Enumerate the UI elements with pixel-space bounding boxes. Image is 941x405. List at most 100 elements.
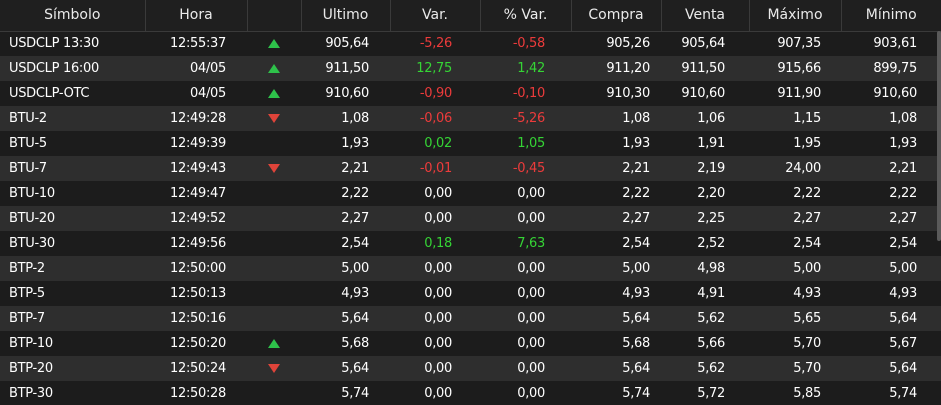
cell-venta: 4,98 [697, 261, 725, 276]
cell-var: 0,00 [424, 286, 452, 301]
column-header-minimo[interactable]: Mínimo [841, 0, 941, 32]
cell-venta: 2,52 [697, 236, 725, 251]
cell-pvar: 0,00 [517, 186, 545, 201]
table-row[interactable]: BTP-5 12:50:13 4,93 0,00 0,00 4,93 4,91 4,93 4,9… [0, 281, 941, 306]
cell-minimo: 5,64 [889, 361, 917, 376]
scrollbar[interactable] [937, 31, 941, 241]
table-body: USDCLP 13:30 12:55:37 905,64 -5,26 -0,58 905,… [0, 31, 941, 405]
cell-venta: 905,64 [681, 36, 725, 52]
up-arrow-icon [268, 339, 280, 348]
cell-arrow [247, 381, 301, 405]
cell-arrow [247, 206, 301, 231]
cell-simbolo: BTU-2 [9, 111, 47, 126]
cell-var: 0,00 [424, 336, 452, 351]
cell-venta: 2,25 [697, 211, 725, 226]
cell-minimo: 1,08 [889, 111, 917, 126]
cell-var: 0,18 [424, 236, 452, 251]
header-row: Símbolo Hora Ultimo Var. % Var. Compra V… [0, 0, 941, 32]
cell-venta: 911,50 [681, 61, 725, 76]
table-row[interactable]: BTP-30 12:50:28 5,74 0,00 0,00 5,74 5,72 5,85 5,… [0, 381, 941, 405]
table-row[interactable]: BTU-20 12:49:52 2,27 0,00 0,00 2,27 2,25 2,27 2,… [0, 206, 941, 231]
cell-hora: 04/05 [190, 86, 226, 101]
column-header-compra[interactable]: Compra [571, 0, 662, 32]
cell-minimo: 2,27 [889, 211, 917, 226]
cell-pvar: 7,63 [517, 236, 545, 251]
table-row[interactable]: BTU-5 12:49:39 1,93 0,02 1,05 1,93 1,91 1,95 1,9… [0, 131, 941, 156]
cell-simbolo: BTP-20 [9, 361, 53, 376]
cell-var: -5,26 [419, 36, 452, 52]
cell-hora: 12:50:28 [170, 386, 226, 401]
cell-arrow [247, 181, 301, 206]
column-header-ultimo[interactable]: Ultimo [301, 0, 391, 32]
cell-minimo: 2,21 [889, 161, 917, 176]
cell-pvar: -0,45 [512, 161, 545, 176]
cell-hora: 04/05 [190, 61, 226, 76]
cell-venta: 2,19 [697, 161, 725, 176]
cell-minimo: 5,64 [889, 311, 917, 326]
cell-arrow [247, 331, 301, 356]
cell-minimo: 5,67 [889, 336, 917, 351]
table-row[interactable]: BTP-10 12:50:20 5,68 0,00 0,00 5,68 5,66 5,70 5,… [0, 331, 941, 356]
cell-simbolo: BTP-2 [9, 261, 45, 276]
column-header-simbolo[interactable]: Símbolo [0, 0, 146, 32]
table-row[interactable]: USDCLP 13:30 12:55:37 905,64 -5,26 -0,58 905,… [0, 31, 941, 56]
table-row[interactable]: BTP-7 12:50:16 5,64 0,00 0,00 5,64 5,62 5,65 5,6… [0, 306, 941, 331]
column-header-hora[interactable]: Hora [145, 0, 248, 32]
cell-hora: 12:49:28 [170, 111, 226, 126]
cell-ultimo: 2,27 [341, 211, 369, 226]
cell-pvar: -0,58 [512, 36, 545, 52]
cell-venta: 2,20 [697, 186, 725, 201]
cell-pvar: -0,10 [512, 86, 545, 101]
cell-compra: 2,21 [622, 161, 650, 176]
cell-arrow [247, 31, 301, 56]
cell-ultimo: 2,22 [341, 186, 369, 201]
cell-simbolo: BTP-30 [9, 386, 53, 401]
cell-pvar: 0,00 [517, 336, 545, 351]
cell-maximo: 2,27 [793, 211, 821, 226]
cell-ultimo: 1,93 [341, 136, 369, 151]
column-header-maximo[interactable]: Máximo [749, 0, 842, 32]
cell-compra: 910,30 [606, 86, 650, 101]
table-row[interactable]: BTU-2 12:49:28 1,08 -0,06 -5,26 1,08 1,06 1,15 1… [0, 106, 941, 131]
table-row[interactable]: USDCLP 16:00 04/05 911,50 12,75 1,42 911,20 91… [0, 56, 941, 81]
cell-var: -0,01 [419, 161, 452, 176]
cell-arrow [247, 131, 301, 156]
up-arrow-icon [268, 39, 280, 49]
cell-maximo: 5,70 [793, 336, 821, 351]
cell-venta: 910,60 [681, 86, 725, 101]
cell-pvar: 1,05 [517, 136, 545, 151]
cell-compra: 5,00 [622, 261, 650, 276]
cell-arrow [247, 356, 301, 381]
cell-venta: 1,91 [697, 136, 725, 151]
table-row[interactable]: BTP-2 12:50:00 5,00 0,00 0,00 5,00 4,98 5,00 5,0… [0, 256, 941, 281]
table-row[interactable]: BTP-20 12:50:24 5,64 0,00 0,00 5,64 5,62 5,70 5,… [0, 356, 941, 381]
cell-arrow [247, 156, 301, 181]
table-row[interactable]: BTU-30 12:49:56 2,54 0,18 7,63 2,54 2,52 2,54 2,… [0, 231, 941, 256]
cell-hora: 12:49:52 [170, 211, 226, 226]
cell-minimo: 899,75 [873, 61, 917, 76]
down-arrow-icon [268, 164, 280, 173]
up-arrow-icon [268, 89, 280, 98]
cell-compra: 911,20 [606, 61, 650, 76]
cell-hora: 12:55:37 [170, 36, 226, 52]
cell-simbolo: BTU-5 [9, 136, 47, 151]
down-arrow-icon [268, 114, 280, 123]
cell-compra: 1,08 [622, 111, 650, 126]
cell-ultimo: 5,74 [341, 386, 369, 401]
cell-venta: 5,66 [697, 336, 725, 351]
cell-simbolo: BTU-7 [9, 161, 47, 176]
cell-arrow [247, 306, 301, 331]
cell-arrow [247, 256, 301, 281]
cell-maximo: 2,54 [793, 236, 821, 251]
cell-var: 0,00 [424, 311, 452, 326]
table-row[interactable]: BTU-10 12:49:47 2,22 0,00 0,00 2,22 2,20 2,22 2,… [0, 181, 941, 206]
column-header-var[interactable]: Var. [390, 0, 481, 32]
column-header-venta[interactable]: Venta [661, 0, 750, 32]
cell-simbolo: BTU-10 [9, 186, 55, 201]
cell-hora: 12:50:00 [170, 261, 226, 276]
table-row[interactable]: BTU-7 12:49:43 2,21 -0,01 -0,45 2,21 2,19 24,00… [0, 156, 941, 181]
column-header-pvar[interactable]: % Var. [480, 0, 572, 32]
cell-maximo: 911,90 [777, 86, 821, 101]
cell-simbolo: BTP-10 [9, 336, 53, 351]
table-row[interactable]: USDCLP-OTC 04/05 910,60 -0,90 -0,10 910,30 910… [0, 81, 941, 106]
